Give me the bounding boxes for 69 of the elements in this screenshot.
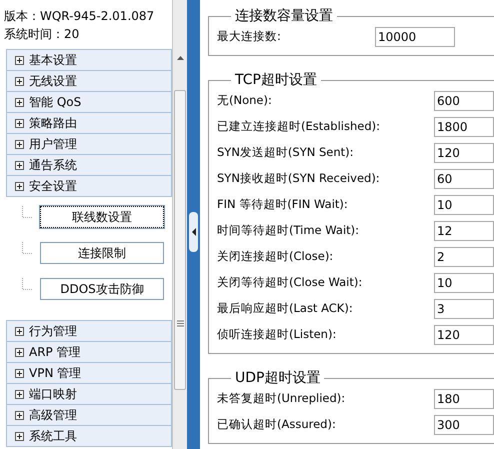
- field-label: FIN 等待超时(FIN Wait):: [217, 196, 349, 214]
- tree-line-icon: [22, 278, 32, 290]
- scrollbar-thumb[interactable]: [174, 90, 186, 390]
- input-field[interactable]: 60: [434, 169, 494, 189]
- expand-icon: [15, 160, 24, 170]
- group-title: UDP超时设置: [231, 369, 324, 387]
- menu-item[interactable]: 系统工具: [6, 425, 172, 447]
- field-label: 无(None):: [217, 92, 273, 110]
- field-label: 已建立连接超时(Established):: [217, 118, 382, 136]
- scrollbar[interactable]: [172, 0, 187, 449]
- group-title: 连接数容量设置: [231, 7, 337, 25]
- input-field[interactable]: 1800: [434, 117, 494, 137]
- system-time-text: 系统时间：20: [4, 27, 80, 41]
- input-field[interactable]: 3: [434, 299, 494, 319]
- menu-item[interactable]: 用户管理: [6, 133, 172, 155]
- input-field[interactable]: 120: [434, 325, 494, 345]
- input-field[interactable]: 10: [434, 273, 494, 293]
- expand-icon: [15, 182, 24, 190]
- input-field[interactable]: 10000: [375, 27, 455, 47]
- expand-icon: [15, 348, 24, 356]
- field-label: 最后响应超时(Last ACK):: [217, 300, 354, 318]
- expand-icon: [15, 76, 24, 86]
- collapse-handle[interactable]: [189, 212, 198, 252]
- menu-item[interactable]: 端口映射: [6, 383, 172, 405]
- scroll-up-icon[interactable]: [177, 56, 184, 60]
- field-label: SYN发送超时(SYN Sent):: [217, 144, 355, 162]
- expand-icon: [15, 368, 24, 378]
- tree-line-icon: [22, 206, 32, 218]
- group-title: TCP超时设置: [231, 71, 321, 89]
- grip-icon: [177, 320, 184, 327]
- field-label: 侦听连接超时(Listen):: [217, 326, 338, 344]
- submenu-button[interactable]: DDOS攻击防御: [40, 278, 164, 300]
- expand-icon: [15, 390, 24, 398]
- menu-item[interactable]: 安全设置: [6, 175, 172, 197]
- field-label: 关闭连接超时(Close):: [217, 248, 334, 266]
- menu-item[interactable]: 高级管理: [6, 404, 172, 426]
- submenu-button[interactable]: 连接限制: [40, 242, 164, 264]
- input-field[interactable]: 2: [434, 247, 494, 267]
- expand-icon: [15, 140, 24, 148]
- input-field[interactable]: 12: [434, 221, 494, 241]
- field-label: 已确认超时(Assured):: [217, 416, 337, 434]
- field-label: 时间等待超时(Time Wait):: [217, 222, 360, 240]
- submenu-button[interactable]: 联线数设置: [40, 206, 164, 228]
- menu-item[interactable]: 策略路由: [6, 112, 172, 134]
- expand-icon: [15, 410, 24, 420]
- caret-left-icon: [192, 228, 196, 236]
- version-text: 版本：WQR-945-2.01.087: [4, 9, 156, 23]
- input-field[interactable]: 180: [434, 389, 494, 409]
- tree-line-icon: [22, 242, 32, 254]
- menu-item[interactable]: 行为管理: [6, 320, 172, 342]
- menu-item[interactable]: 通告系统: [6, 154, 172, 176]
- menu-item[interactable]: ARP 管理: [6, 341, 172, 363]
- menu-item[interactable]: 基本设置: [6, 49, 172, 71]
- expand-icon: [15, 432, 24, 440]
- expand-icon: [15, 326, 24, 336]
- field-label: 关闭等待超时(Close Wait):: [217, 274, 364, 292]
- field-label: 未答复超时(Unreplied):: [217, 390, 346, 408]
- menu-item[interactable]: 智能 QoS: [6, 91, 172, 113]
- expand-icon: [15, 56, 24, 64]
- field-label: 最大连接数:: [217, 28, 282, 46]
- menu-item[interactable]: 无线设置: [6, 70, 172, 92]
- input-field[interactable]: 300: [434, 415, 494, 435]
- input-field[interactable]: 600: [434, 91, 494, 111]
- expand-icon: [15, 118, 24, 128]
- input-field[interactable]: 120: [434, 143, 494, 163]
- menu-item[interactable]: VPN 管理: [6, 362, 172, 384]
- field-label: SYN接收超时(SYN Received):: [217, 170, 381, 188]
- expand-icon: [15, 98, 24, 106]
- input-field[interactable]: 10: [434, 195, 494, 215]
